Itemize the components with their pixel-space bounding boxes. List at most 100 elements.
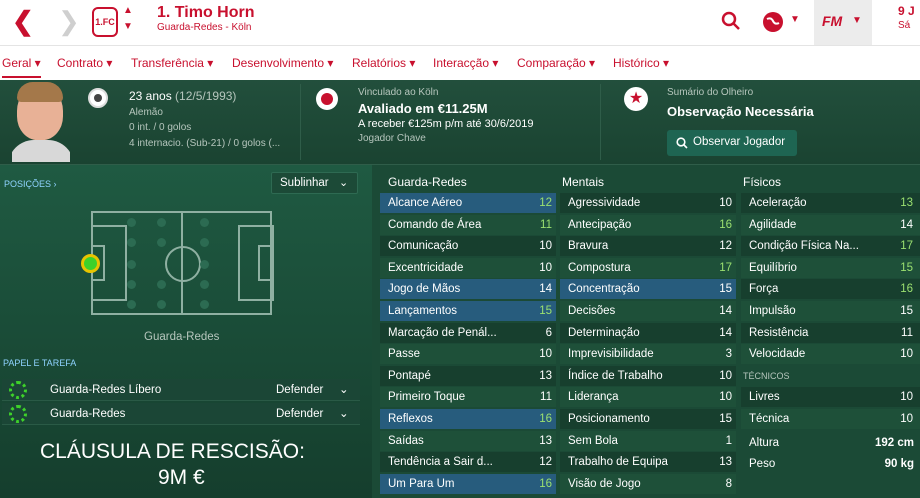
attribute-value: 13 <box>539 434 552 447</box>
attribute-value: 12 <box>539 197 552 209</box>
nation-flag-icon[interactable] <box>88 88 108 108</box>
attribute-value: 14 <box>900 218 913 231</box>
attribute-name: Livres <box>749 391 780 403</box>
attribute-row[interactable]: Determinação 14 <box>560 322 736 343</box>
attribute-value: 13 <box>719 456 732 469</box>
pitch-diagram <box>91 211 274 315</box>
attribute-name: Tendência a Sair d... <box>388 456 493 469</box>
attribute-name: Antecipação <box>568 218 632 231</box>
attribute-row[interactable]: Condição Física Na... 17 <box>741 236 920 257</box>
role-row[interactable]: Guarda-Redes Defender ⌄ <box>2 403 360 425</box>
attribute-name: Agressividade <box>568 197 641 209</box>
attribute-row[interactable]: Bravura 12 <box>560 236 736 257</box>
attribute-row[interactable]: Jogo de Mãos 14 <box>380 279 556 300</box>
attribute-value: 6 <box>545 326 552 339</box>
tab-comparacao[interactable]: Comparação ▾ <box>517 56 595 70</box>
attribute-row[interactable]: Tendência a Sair d... 12 <box>380 452 556 473</box>
attribute-row[interactable]: Impulsão 15 <box>741 301 920 321</box>
attribute-name: Velocidade <box>749 348 806 361</box>
previous-player-icon[interactable]: ▲ <box>123 5 133 16</box>
attribute-row[interactable]: Força 16 <box>741 279 920 300</box>
attribute-value: 15 <box>900 305 913 317</box>
age-value: 23 anos <box>129 89 172 103</box>
role-name: Guarda-Redes Líbero <box>50 384 162 396</box>
tab-label: Comparação <box>517 56 586 70</box>
tab-transferencia[interactable]: Transferência ▾ <box>131 56 213 70</box>
attribute-row[interactable]: Primeiro Toque 11 <box>380 387 556 408</box>
tab-contrato[interactable]: Contrato ▾ <box>57 56 112 70</box>
positions-link[interactable]: POSIÇÕES › <box>4 179 57 189</box>
forward-arrow-icon[interactable]: ❯ <box>58 8 80 34</box>
attribute-row[interactable]: Agressividade 10 <box>560 193 736 213</box>
attribute-row[interactable]: Equilíbrio 15 <box>741 257 920 278</box>
position-dot <box>157 280 166 289</box>
scout-player-button[interactable]: Observar Jogador <box>667 130 797 156</box>
attribute-row[interactable]: Velocidade 10 <box>741 344 920 365</box>
attribute-row[interactable]: Um Para Um 16 <box>380 473 556 494</box>
attribute-name: Pontapé <box>388 369 431 382</box>
attribute-row[interactable]: Visão de Jogo 8 <box>560 473 736 494</box>
attribute-name: Aceleração <box>749 197 807 209</box>
physical-title: Físicos <box>743 175 782 189</box>
role-icon <box>9 405 27 423</box>
attribute-row[interactable]: Lançamentos 15 <box>380 301 556 321</box>
info-divider <box>600 84 601 160</box>
game-date[interactable]: 9 J Sá <box>898 4 920 31</box>
attribute-name: Equilíbrio <box>749 261 797 274</box>
attribute-row[interactable]: Comando de Área 11 <box>380 214 556 235</box>
fm-menu-button[interactable]: FM ▼ <box>814 0 872 45</box>
attribute-row[interactable]: Posicionamento 15 <box>560 409 736 429</box>
globe-icon[interactable] <box>762 11 784 33</box>
club-logo[interactable]: 1.FC <box>92 7 118 37</box>
attribute-value: 8 <box>725 477 732 490</box>
attribute-row[interactable]: Pontapé 13 <box>380 365 556 386</box>
chevron-down-icon[interactable]: ⌄ <box>339 406 349 420</box>
tab-interaccao[interactable]: Interacção ▾ <box>433 56 498 70</box>
tab-relatorios[interactable]: Relatórios ▾ <box>352 56 415 70</box>
chevron-down-icon[interactable]: ⌄ <box>339 382 349 396</box>
attribute-row[interactable]: Excentricidade 10 <box>380 257 556 278</box>
role-duty[interactable]: Defender <box>276 384 323 396</box>
tab-historico[interactable]: Histórico ▾ <box>613 56 669 70</box>
attribute-row[interactable]: Decisões 14 <box>560 301 736 321</box>
attribute-value: 12 <box>539 456 552 469</box>
attribute-row[interactable]: Concentração 15 <box>560 279 736 300</box>
tab-geral[interactable]: Geral ▾ <box>2 56 41 78</box>
back-arrow-icon[interactable]: ❮ <box>12 8 34 34</box>
attribute-row[interactable]: Marcação de Penál... 6 <box>380 322 556 343</box>
attribute-row[interactable]: Aceleração 13 <box>741 193 920 213</box>
attribute-row[interactable]: Liderança 10 <box>560 387 736 408</box>
attribute-row[interactable]: Alcance Aéreo 12 <box>380 193 556 213</box>
attribute-value: 13 <box>900 197 913 209</box>
tab-desenvolvimento[interactable]: Desenvolvimento ▾ <box>232 56 333 70</box>
globe-dropdown-icon[interactable]: ▼ <box>790 14 800 25</box>
attribute-row[interactable]: Livres 10 <box>741 387 920 407</box>
attribute-row[interactable]: Imprevisibilidade 3 <box>560 344 736 365</box>
attribute-row[interactable]: Antecipação 16 <box>560 214 736 235</box>
attribute-value: 10 <box>719 197 732 209</box>
view-dropdown[interactable]: Sublinhar ⌄ <box>271 172 358 194</box>
role-row[interactable]: Guarda-Redes Líbero Defender ⌄ <box>2 379 360 401</box>
attribute-row[interactable]: Agilidade 14 <box>741 214 920 235</box>
role-duty[interactable]: Defender <box>276 408 323 420</box>
attribute-row[interactable]: Sem Bola 1 <box>560 430 736 451</box>
attribute-row[interactable]: Compostura 17 <box>560 257 736 278</box>
attribute-row[interactable]: Comunicação 10 <box>380 236 556 257</box>
search-icon[interactable] <box>721 11 741 31</box>
attribute-row[interactable]: Índice de Trabalho 10 <box>560 365 736 386</box>
attribute-row[interactable]: Saídas 13 <box>380 430 556 451</box>
scout-button-label: Observar Jogador <box>693 136 786 148</box>
club-badge-icon[interactable] <box>316 88 338 110</box>
player-value: Avaliado em €11.25M <box>358 101 488 116</box>
attribute-name: Condição Física Na... <box>749 240 859 253</box>
fm-dropdown-icon: ▼ <box>852 15 862 26</box>
attribute-row[interactable]: Resistência 11 <box>741 322 920 343</box>
squad-status: Jogador Chave <box>358 133 426 144</box>
attribute-row[interactable]: Trabalho de Equipa 13 <box>560 452 736 473</box>
attribute-row[interactable]: Passe 10 <box>380 344 556 365</box>
attribute-row[interactable]: Reflexos 16 <box>380 409 556 429</box>
next-player-icon[interactable]: ▼ <box>123 21 133 32</box>
position-dot <box>157 300 166 309</box>
attribute-row[interactable]: Técnica 10 <box>741 408 920 429</box>
attribute-name: Passe <box>388 348 420 361</box>
